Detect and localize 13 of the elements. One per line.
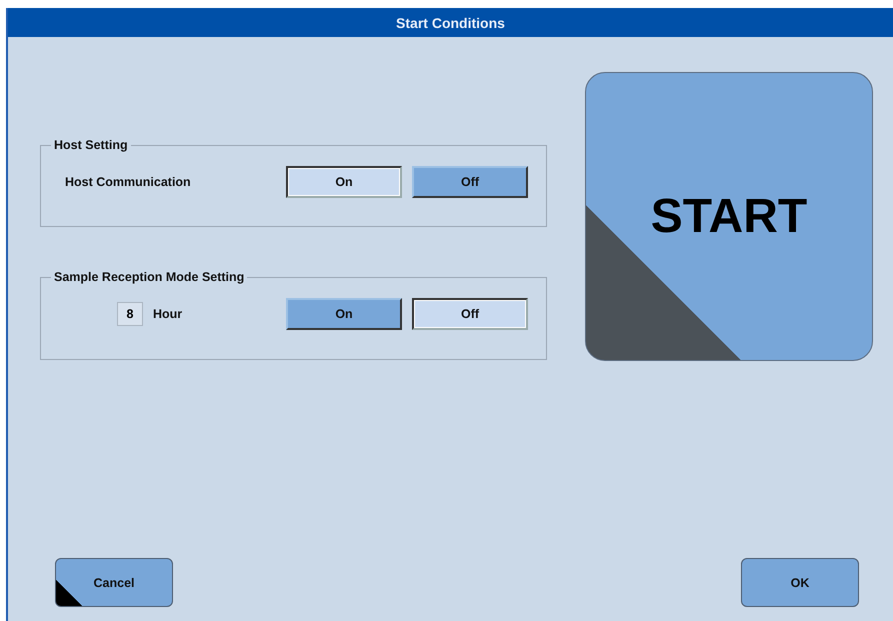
ok-button[interactable]: OK — [741, 558, 859, 607]
unit-label: Hour — [153, 307, 182, 321]
hours-field[interactable]: 8 — [117, 302, 143, 326]
toggle-button[interactable]: Off — [412, 166, 528, 198]
cancel-button[interactable]: Cancel — [55, 558, 173, 607]
group-title: Host Setting — [53, 138, 129, 152]
toggle-button[interactable]: Off — [412, 298, 528, 330]
window-title: Start Conditions — [8, 8, 893, 37]
toggle-button[interactable]: On — [286, 166, 402, 198]
start-button[interactable]: START — [585, 72, 873, 361]
group-title: Sample Reception Mode Setting — [53, 270, 246, 284]
toggle-button[interactable]: On — [286, 298, 402, 330]
setting-label: Host Communication — [65, 175, 191, 189]
